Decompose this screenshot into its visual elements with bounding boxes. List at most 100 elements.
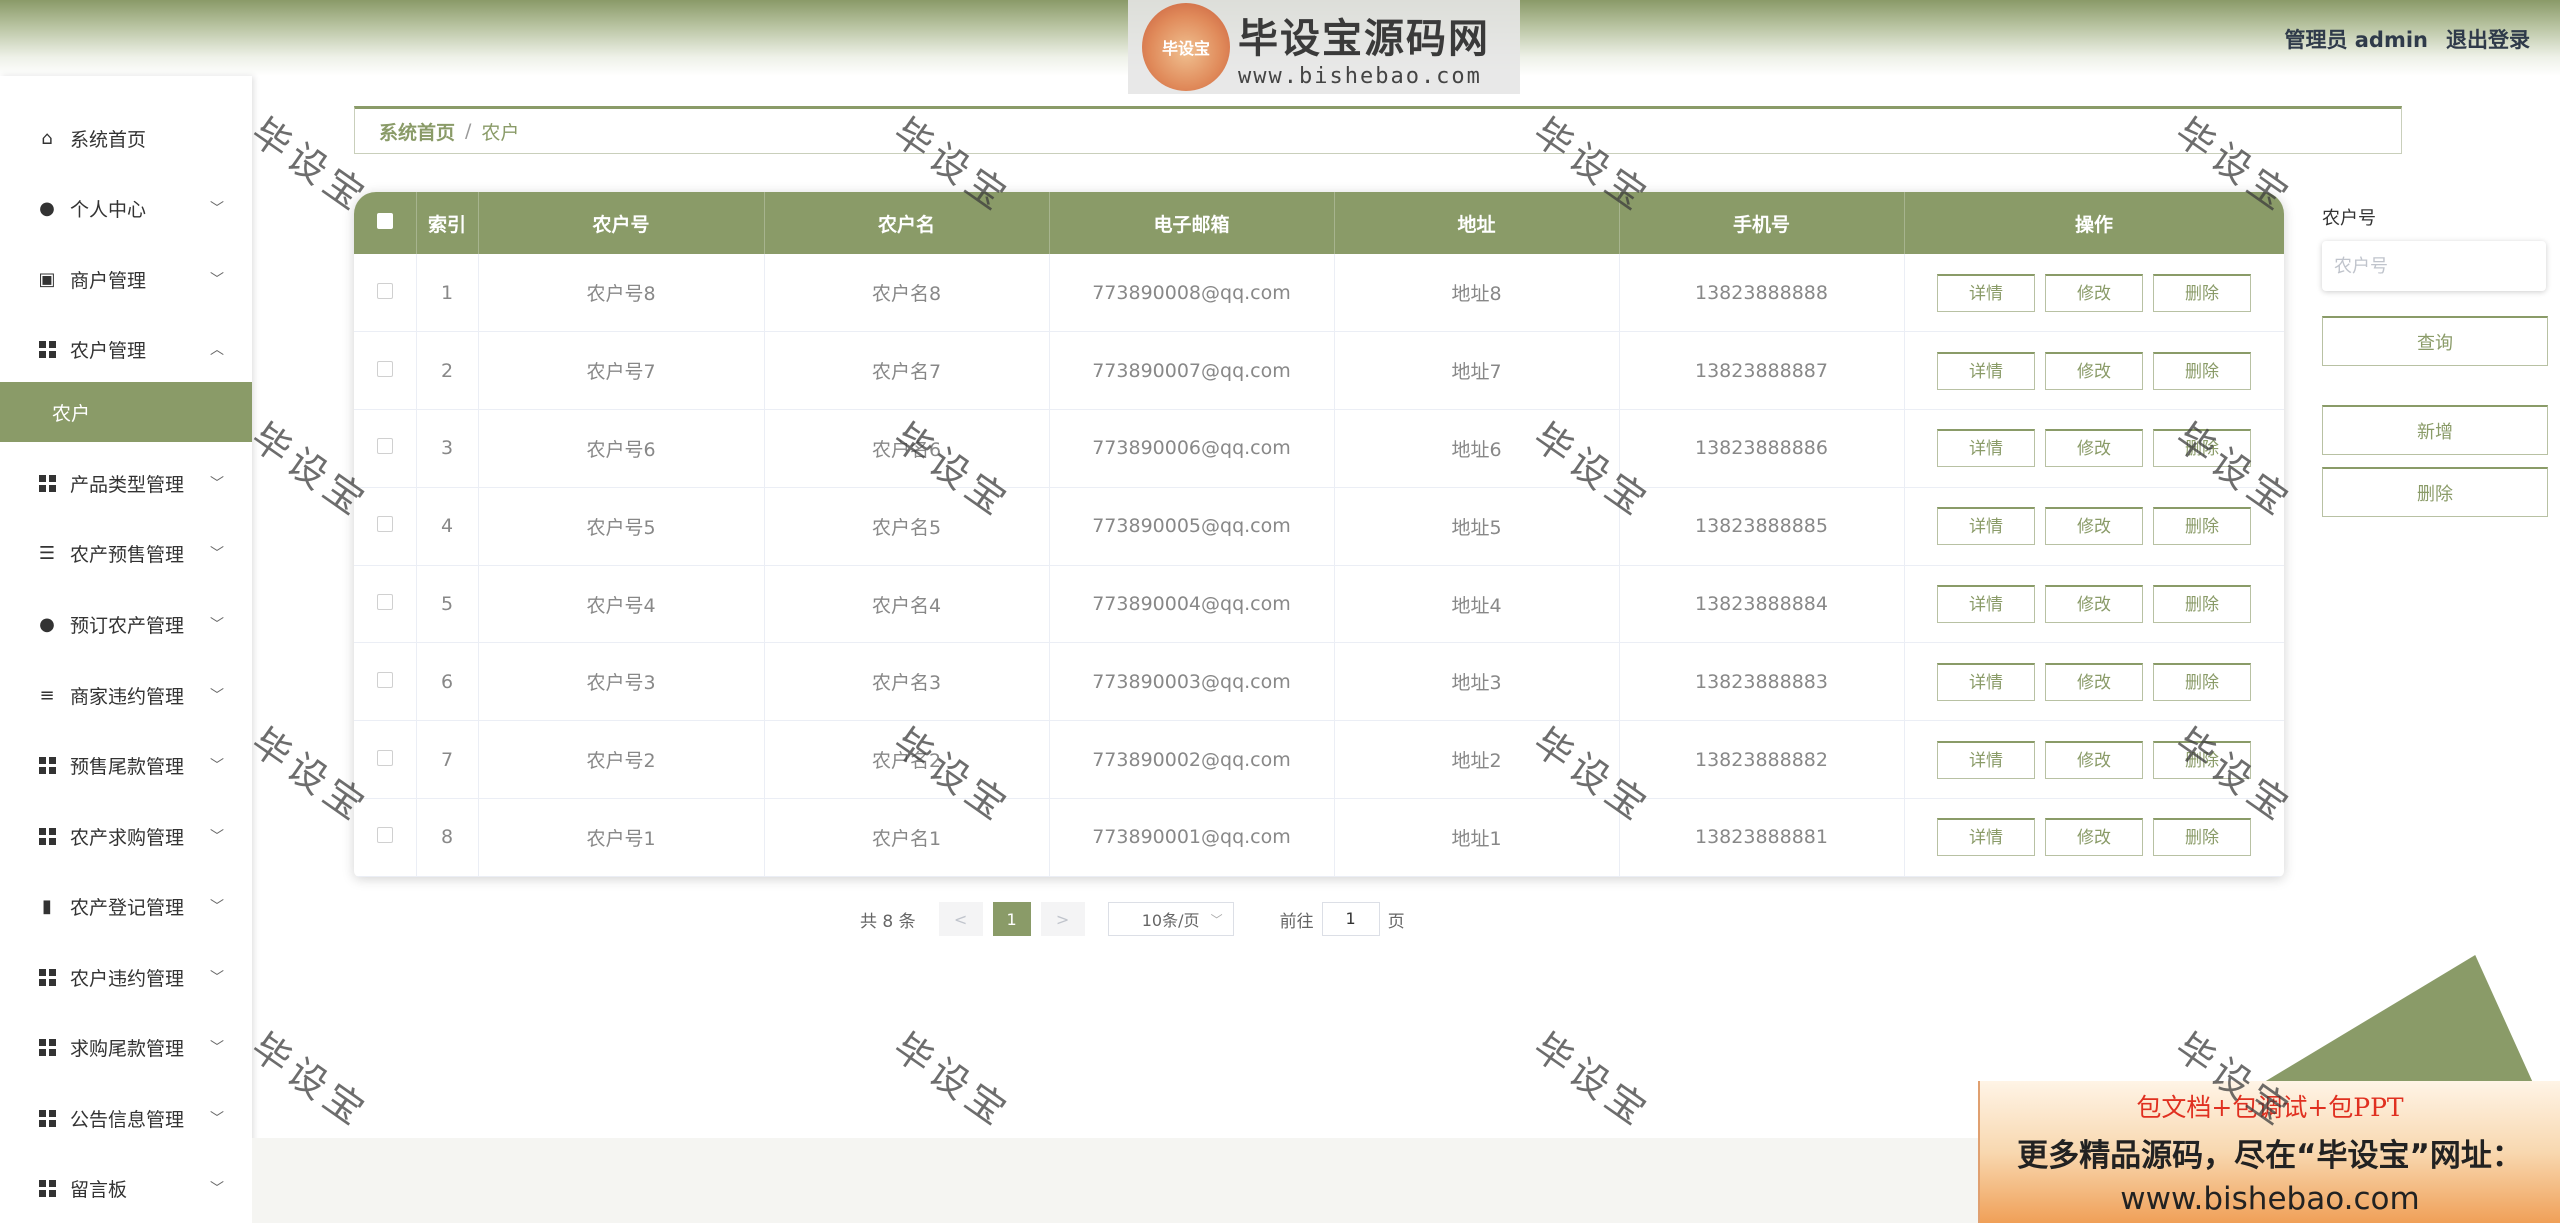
edit-button[interactable]: 修改 <box>2045 740 2143 779</box>
sidebar-item-booking[interactable]: ● 预订农产管理 ﹀ <box>0 589 252 659</box>
detail-button[interactable]: 详情 <box>1937 662 2035 701</box>
sidebar-item-message-board[interactable]: 留言板 ﹀ <box>0 1153 252 1223</box>
page-number-button[interactable]: 1 <box>992 902 1031 936</box>
row-checkbox[interactable] <box>376 360 393 377</box>
table-header-row: 索引 农户号 农户名 电子邮箱 地址 手机号 操作 <box>354 192 2284 254</box>
query-button[interactable]: 查询 <box>2322 316 2548 366</box>
sidebar-item-presale[interactable]: ☰ 农产预售管理 ﹀ <box>0 518 252 588</box>
detail-button[interactable]: 详情 <box>1937 429 2035 468</box>
row-checkbox[interactable] <box>376 438 393 455</box>
phone-cell: 13823888888 <box>1619 254 1905 332</box>
page-size-value: 10条/页 <box>1141 911 1200 930</box>
row-checkbox[interactable] <box>376 594 393 611</box>
chevron-down-icon: ﹀ <box>210 829 224 845</box>
grid-icon <box>38 474 56 492</box>
row-checkbox-cell[interactable] <box>354 487 417 566</box>
chevron-down-icon: ﹀ <box>210 1040 224 1056</box>
edit-button[interactable]: 修改 <box>2045 818 2143 857</box>
edit-button[interactable]: 修改 <box>2045 585 2143 624</box>
email-cell: 773890008@qq.com <box>1049 254 1335 332</box>
index-cell: 1 <box>416 254 479 332</box>
phone-cell: 13823888881 <box>1619 798 1905 877</box>
delete-button[interactable]: 删除 <box>2153 507 2251 546</box>
grid-icon <box>38 340 56 358</box>
actions-cell: 详情 修改 删除 <box>1904 565 2284 643</box>
select-all-checkbox[interactable] <box>376 213 393 229</box>
pagination: 共 8 条 < 1 > 10条/页 ﹀ 前往 1 页 <box>860 902 1405 936</box>
farmer-name-cell: 农户名8 <box>764 254 1050 332</box>
batch-delete-button[interactable]: 删除 <box>2322 467 2548 517</box>
sidebar-item-farmer-management[interactable]: 农户管理 ︿ <box>0 314 252 384</box>
sidebar-item-merchant[interactable]: ▣ 商户管理 ﹀ <box>0 244 252 314</box>
leaf-icon: ● <box>39 613 55 635</box>
row-checkbox[interactable] <box>376 671 393 688</box>
row-checkbox-cell[interactable] <box>354 409 417 488</box>
page-size-select[interactable]: 10条/页 ﹀ <box>1107 902 1234 936</box>
detail-button[interactable]: 详情 <box>1937 818 2035 857</box>
promo-line-2: 更多精品源码，尽在“毕设宝”网址： <box>2017 1137 2523 1174</box>
sidebar-subitem-farmer[interactable]: 农户 <box>0 382 252 442</box>
grid-icon <box>38 756 56 774</box>
next-page-button[interactable]: > <box>1040 902 1085 936</box>
sidebar-item-profile[interactable]: ● 个人中心 ﹀ <box>0 173 252 243</box>
sidebar-item-presale-balance[interactable]: 预售尾款管理 ﹀ <box>0 730 252 800</box>
row-checkbox[interactable] <box>376 516 393 533</box>
edit-button[interactable]: 修改 <box>2045 662 2143 701</box>
edit-button[interactable]: 修改 <box>2045 273 2143 312</box>
row-checkbox[interactable] <box>376 282 393 299</box>
breadcrumb-home-link[interactable]: 系统首页 <box>379 118 455 145</box>
sidebar-item-purchase-request[interactable]: 农产求购管理 ﹀ <box>0 801 252 871</box>
row-checkbox-cell[interactable] <box>354 331 417 410</box>
delete-button[interactable]: 删除 <box>2153 351 2251 390</box>
goto-page-input[interactable]: 1 <box>1321 902 1380 936</box>
chevron-down-icon: ﹀ <box>210 617 224 633</box>
row-checkbox-cell[interactable] <box>354 565 417 643</box>
delete-button[interactable]: 删除 <box>2153 662 2251 701</box>
sidebar-item-merchant-breach[interactable]: ≡ 商家违约管理 ﹀ <box>0 660 252 730</box>
logout-button[interactable]: 退出登录 <box>2446 24 2530 54</box>
breadcrumb-current: 农户 <box>481 121 520 144</box>
table-row: 1 农户号8 农户名8 773890008@qq.com 地址8 13823888888 详… <box>354 254 2284 332</box>
delete-button[interactable]: 删除 <box>2153 740 2251 779</box>
edit-button[interactable]: 修改 <box>2045 507 2143 546</box>
delete-button[interactable]: 删除 <box>2153 273 2251 312</box>
index-cell: 7 <box>416 720 479 799</box>
sidebar-item-home[interactable]: ⌂ 系统首页 <box>0 103 252 173</box>
sidebar-item-product-type[interactable]: 产品类型管理 ﹀ <box>0 448 252 518</box>
chevron-down-icon: ﹀ <box>210 970 224 986</box>
sidebar-item-label: 农户 <box>52 402 91 425</box>
grid-icon <box>38 827 56 845</box>
detail-button[interactable]: 详情 <box>1937 740 2035 779</box>
sidebar-item-farmer-breach[interactable]: 农户违约管理 ﹀ <box>0 942 252 1012</box>
sidebar-item-label: 预订农产管理 <box>70 614 185 637</box>
detail-button[interactable]: 详情 <box>1937 507 2035 546</box>
sidebar-item-announcement[interactable]: 公告信息管理 ﹀ <box>0 1083 252 1153</box>
delete-button[interactable]: 删除 <box>2153 585 2251 624</box>
row-checkbox-cell[interactable] <box>354 798 417 877</box>
row-checkbox-cell[interactable] <box>354 642 417 721</box>
delete-button[interactable]: 删除 <box>2153 429 2251 468</box>
detail-button[interactable]: 详情 <box>1937 351 2035 390</box>
add-button[interactable]: 新增 <box>2322 405 2548 455</box>
sidebar-item-registration[interactable]: ▮ 农产登记管理 ﹀ <box>0 871 252 941</box>
detail-button[interactable]: 详情 <box>1937 273 2035 312</box>
select-all-cell[interactable] <box>354 192 417 254</box>
row-checkbox[interactable] <box>376 749 393 766</box>
address-cell: 地址1 <box>1334 798 1620 877</box>
delete-button[interactable]: 删除 <box>2153 818 2251 857</box>
header-user-area: 管理员 admin 退出登录 <box>2284 24 2530 54</box>
row-checkbox-cell[interactable] <box>354 254 417 332</box>
farmer-no-search-input[interactable] <box>2322 241 2546 291</box>
row-checkbox-cell[interactable] <box>354 720 417 799</box>
row-checkbox[interactable] <box>376 827 393 844</box>
detail-button[interactable]: 详情 <box>1937 585 2035 624</box>
farmer-name-cell: 农户名5 <box>764 487 1050 566</box>
edit-button[interactable]: 修改 <box>2045 429 2143 468</box>
sidebar-item-purchase-balance[interactable]: 求购尾款管理 ﹀ <box>0 1012 252 1082</box>
edit-button[interactable]: 修改 <box>2045 351 2143 390</box>
table-row: 7 农户号2 农户名2 773890002@qq.com 地址2 13823888882 详… <box>354 720 2284 799</box>
prev-page-button[interactable]: < <box>938 902 983 936</box>
index-cell: 3 <box>416 409 479 488</box>
actions-cell: 详情 修改 删除 <box>1904 798 2284 877</box>
home-icon: ⌂ <box>41 127 53 149</box>
